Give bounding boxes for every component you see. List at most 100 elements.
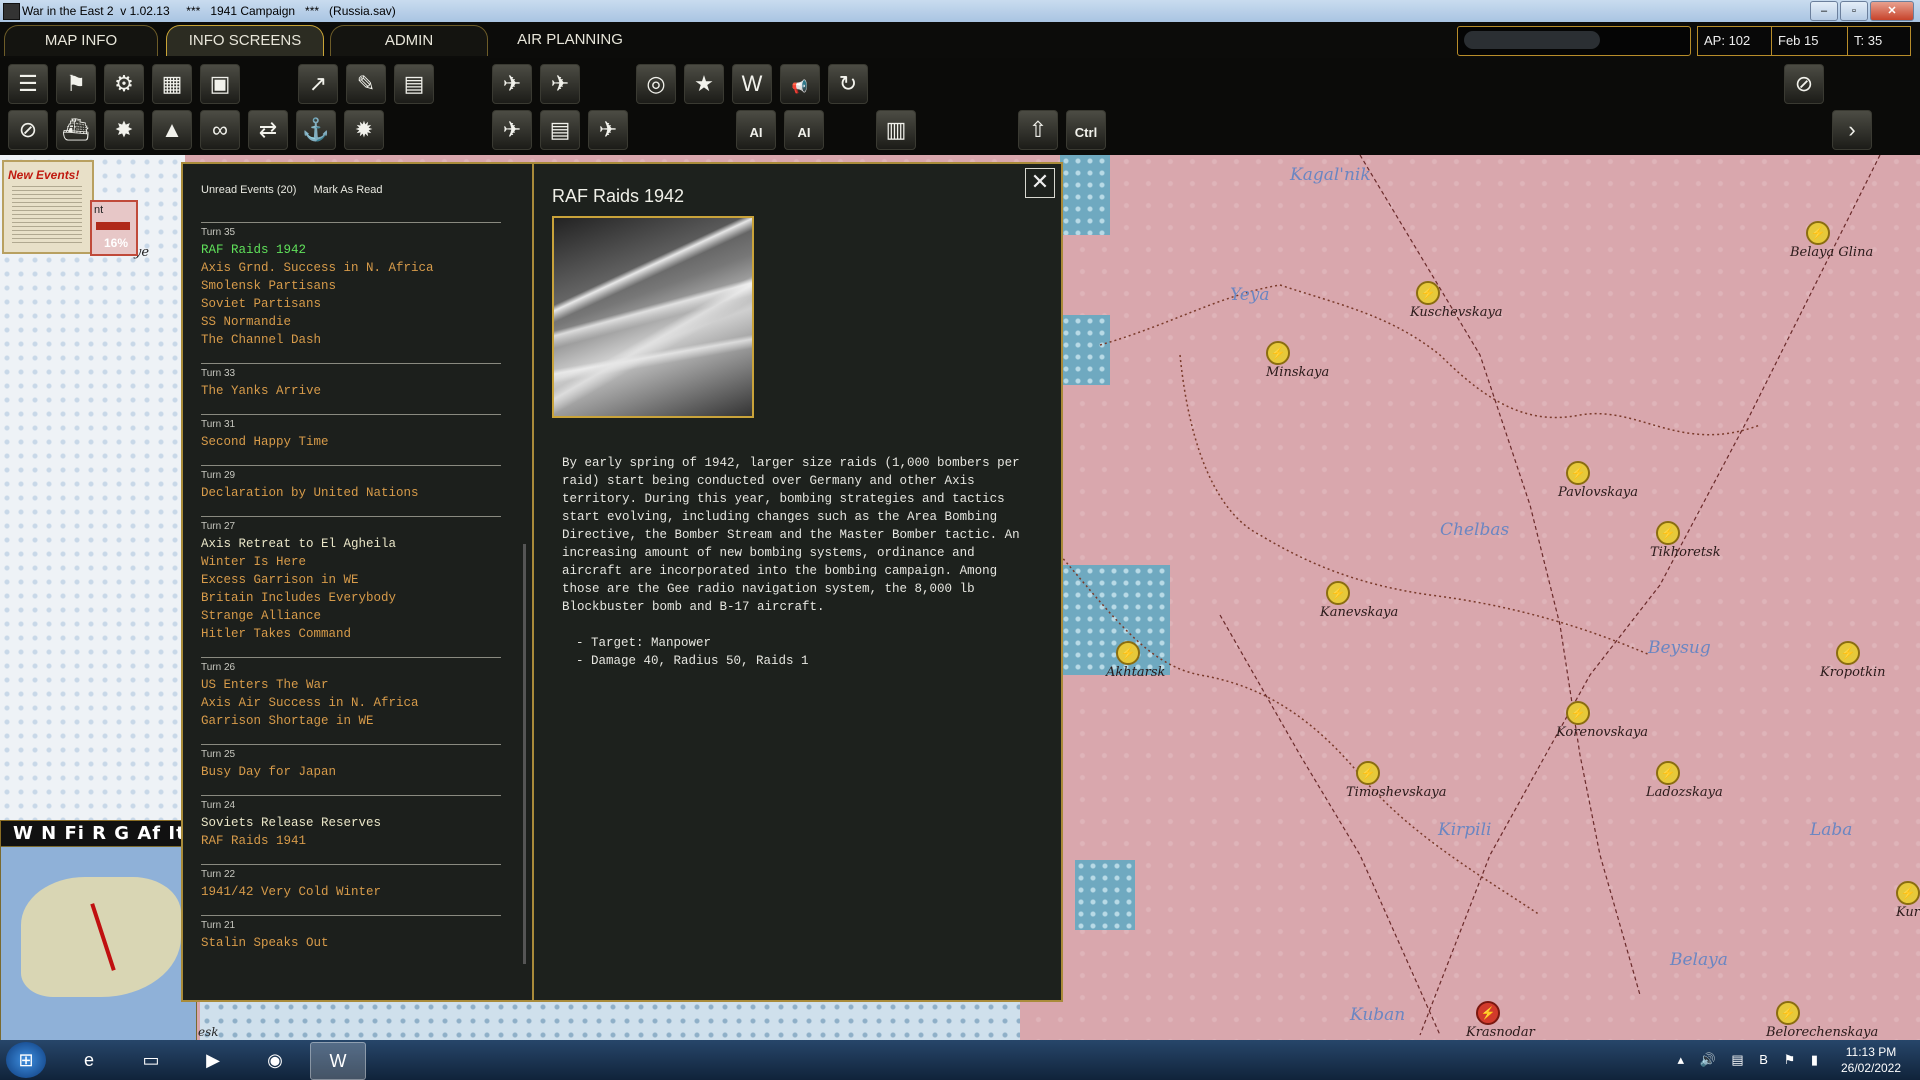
internet-explorer-taskbar-button[interactable]: e [62,1042,116,1078]
production-button[interactable]: ▦ [152,64,192,104]
town-marker-icon[interactable]: ⚡ [1806,221,1830,245]
replay-button[interactable]: ↻ [828,64,868,104]
air-strike-button[interactable]: ✹ [344,110,384,150]
order-of-battle-button[interactable]: ☰ [8,64,48,104]
turn-group: Turn 26 US Enters The War Axis Air Success… [201,657,501,730]
event-item[interactable]: US Enters The War [201,676,501,694]
air-directive-button[interactable]: ✈ [492,110,532,150]
global-button[interactable]: ◎ [636,64,676,104]
minimize-button[interactable]: – [1810,1,1838,21]
air-no-button[interactable]: ⊘ [8,110,48,150]
event-item[interactable]: Britain Includes Everybody [201,589,501,607]
ctrl-button[interactable]: Ctrl [1066,110,1106,150]
tab-air-planning[interactable]: AIR PLANNING [500,25,640,55]
event-item[interactable]: Excess Garrison in WE [201,571,501,589]
clock[interactable]: 11:13 PM 26/02/2022 [1836,1044,1906,1076]
town-marker-icon[interactable]: ⚡ [1656,761,1680,785]
town-marker-icon[interactable]: ⚡ [1326,581,1350,605]
losses-button[interactable]: ▣ [200,64,240,104]
tab-map-info[interactable]: MAP INFO [4,25,158,56]
event-item[interactable]: Second Happy Time [201,433,501,451]
war-in-the-east-taskbar-button[interactable]: W [310,1042,366,1080]
tab-admin[interactable]: ADMIN [330,25,488,56]
air-ships-button[interactable]: ⚓ [296,110,336,150]
search-box[interactable] [1457,26,1691,56]
loudspeaker-button[interactable]: 📢 [780,64,820,104]
search-input[interactable] [1464,31,1600,49]
air-naval-button[interactable]: ⛴ [56,110,96,150]
air-transfer-button[interactable]: ⇄ [248,110,288,150]
town-marker-icon[interactable]: ⚡ [1266,341,1290,365]
event-item[interactable]: The Yanks Arrive [201,382,501,400]
victory-star-button[interactable]: ★ [684,64,724,104]
start-button[interactable]: ⊞ [6,1042,46,1078]
event-item[interactable]: Axis Retreat to El Agheila [201,535,501,553]
town-marker-icon[interactable]: ⚡ [1896,881,1920,905]
event-item[interactable]: Soviets Release Reserves [201,814,501,832]
air-report-button[interactable]: ✈ [492,64,532,104]
event-item[interactable]: Soviet Partisans [201,295,501,313]
town-marker-icon[interactable]: ⚡ [1776,1001,1800,1025]
notes-button[interactable]: ▤ [394,64,434,104]
events-list-scrollbar[interactable] [523,544,526,964]
mark-as-read-button[interactable]: Mark As Read [313,184,382,196]
event-item[interactable]: Winter Is Here [201,553,501,571]
town-marker-icon[interactable]: ⚡ [1566,701,1590,725]
ai-a-button[interactable]: AI [784,110,824,150]
close-window-button[interactable]: ✕ [1870,1,1914,21]
gear-button[interactable]: ⚙ [104,64,144,104]
town-marker-icon[interactable]: ⚡ [1416,281,1440,305]
turn-group: Turn 21 Stalin Speaks Out [201,915,501,952]
upload-button[interactable]: ⇧ [1018,110,1058,150]
file-explorer-taskbar-button[interactable]: ▭ [124,1042,178,1078]
town-marker-icon[interactable]: ⚡ [1566,461,1590,485]
event-item[interactable]: Stalin Speaks Out [201,934,501,952]
event-photo [552,216,754,418]
event-item[interactable]: Smolensk Partisans [201,277,501,295]
air-directive-list-button[interactable]: ▤ [540,110,580,150]
event-item[interactable]: Axis Grnd. Success in N. Africa [201,259,501,277]
reinforcement-button[interactable]: ⚑ [56,64,96,104]
media-player-taskbar-button[interactable]: ▶ [186,1042,240,1078]
event-item[interactable]: Strange Alliance [201,607,501,625]
town-marker-icon[interactable]: ⚡ [1836,641,1860,665]
town-marker-icon[interactable]: ⚡ [1656,521,1680,545]
event-item[interactable]: Hitler Takes Command [201,625,501,643]
cancel-circle-button[interactable]: ⊘ [1784,64,1824,104]
event-item[interactable]: Garrison Shortage in WE [201,712,501,730]
ai-c-button[interactable]: AI [736,110,776,150]
event-item[interactable]: Axis Air Success in N. Africa [201,694,501,712]
tab-info-screens[interactable]: INFO SCREENS [166,25,324,56]
maximize-button[interactable]: ▫ [1840,1,1868,21]
event-item[interactable]: 1941/42 Very Cold Winter [201,883,501,901]
new-events-button[interactable]: New Events! [2,160,94,254]
air-bomb-button[interactable]: ✸ [104,110,144,150]
tray-icons[interactable]: ▴ 🔊 ▤ B ⚑ ▮ [1677,1052,1824,1068]
event-item[interactable]: RAF Raids 1942 [201,241,501,259]
event-item[interactable]: Busy Day for Japan [201,763,501,781]
nation-filter-strip[interactable]: W N Fi R G Af It B [0,820,204,870]
event-item[interactable]: The Channel Dash [201,331,501,349]
air-recon-button[interactable]: ∞ [200,110,240,150]
turn-group: Turn 29 Declaration by United Nations [201,465,501,502]
town-marker-icon[interactable]: ⚡ [1116,641,1140,665]
air-ground-button[interactable]: ▲ [152,110,192,150]
town-label: Tikhoretsk [1650,545,1721,560]
window-title: War in the East 2 v 1.02.13 *** 1941 Cam… [22,4,396,18]
event-item[interactable]: SS Normandie [201,313,501,331]
chrome-taskbar-button[interactable]: ◉ [248,1042,302,1078]
transfer-button[interactable]: ↗ [298,64,338,104]
next-button[interactable]: › [1832,110,1872,150]
event-item[interactable]: RAF Raids 1941 [201,832,501,850]
air-mission-button[interactable]: ✈ [588,110,628,150]
building-n-button[interactable]: ▥ [876,110,916,150]
air-units-button[interactable]: ✈ [540,64,580,104]
minimap[interactable] [0,846,197,1041]
weather-w-button[interactable]: W [732,64,772,104]
town-marker-icon[interactable]: ⚡ [1356,761,1380,785]
report-button[interactable]: ✎ [346,64,386,104]
progress-card[interactable]: nt 16% [90,200,138,256]
event-item[interactable]: Declaration by United Nations [201,484,501,502]
close-panel-button[interactable]: ✕ [1025,168,1055,198]
town-marker-icon[interactable]: ⚡ [1476,1001,1500,1025]
